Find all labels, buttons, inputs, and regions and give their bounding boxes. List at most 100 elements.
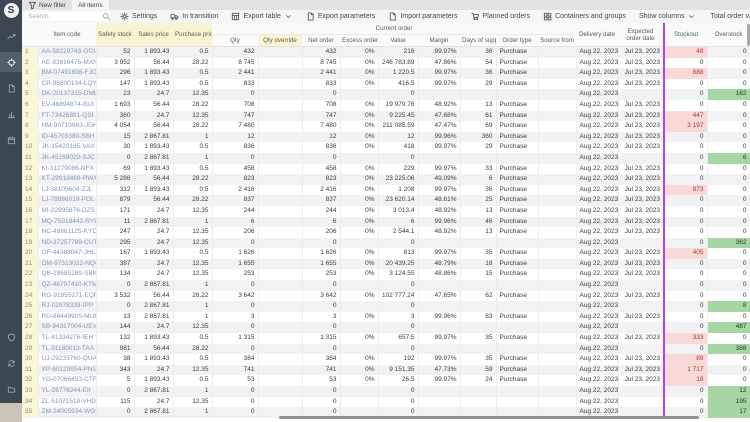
qty-override-cell[interactable] xyxy=(258,248,303,259)
qty-override-cell[interactable] xyxy=(258,163,303,175)
qty-override-cell[interactable] xyxy=(258,195,303,206)
target-icon[interactable] xyxy=(0,52,22,72)
show-columns-button[interactable]: Show columns xyxy=(639,12,697,21)
qty-override-cell[interactable] xyxy=(258,142,303,153)
col-header-net-order[interactable]: Net order xyxy=(302,34,340,47)
item-code-cell[interactable]: KT-29918469-RWX xyxy=(38,174,97,185)
col-header-item-code[interactable]: Item code xyxy=(38,23,96,47)
tab-new-filter[interactable]: New filter xyxy=(22,0,72,10)
item-code-cell[interactable]: BM-07491698-FJO xyxy=(38,68,97,79)
item-code-cell[interactable]: XP-60129954-PNG xyxy=(38,364,97,376)
item-code-cell[interactable]: AE-83816475-MXN xyxy=(38,57,97,69)
qty-override-cell[interactable] xyxy=(258,375,303,386)
item-code-cell[interactable]: JK-15420195-VAX xyxy=(38,142,97,153)
export-table-button[interactable]: Export table xyxy=(231,12,292,21)
qty-override-cell[interactable] xyxy=(258,205,303,217)
col-header-expected-order-date[interactable]: Expected order date xyxy=(618,23,665,47)
item-code-cell[interactable]: RG-91855271-EQF xyxy=(38,290,97,302)
qty-override-cell[interactable] xyxy=(258,280,303,291)
planned-orders-button[interactable]: Planned orders xyxy=(471,12,530,21)
col-header-overstock[interactable]: Overstock xyxy=(707,23,750,47)
item-code-cell[interactable]: NC-48861125-KYD xyxy=(38,227,97,238)
user-avatar[interactable] xyxy=(0,403,22,422)
qty-override-cell[interactable] xyxy=(258,110,303,122)
qty-override-cell[interactable] xyxy=(258,333,303,344)
qty-override-cell[interactable] xyxy=(258,57,303,69)
item-code-cell[interactable]: ZM-24005934-WGL xyxy=(38,407,97,418)
item-code-cell[interactable]: KI-31279086-NFX xyxy=(38,163,97,175)
qty-override-cell[interactable] xyxy=(258,78,303,90)
item-code-cell[interactable]: MI-22995876-DZS xyxy=(38,205,97,217)
col-header-value[interactable]: Value xyxy=(378,34,418,47)
item-code-cell[interactable]: MQ-75918442-RYG xyxy=(38,216,97,228)
qty-override-cell[interactable] xyxy=(258,216,303,228)
search-box[interactable] xyxy=(24,12,111,21)
qty-override-cell[interactable] xyxy=(258,184,303,196)
item-code-cell[interactable]: UJ-29233760-QUA xyxy=(38,354,97,365)
col-header-qty[interactable]: Qty xyxy=(212,34,258,47)
col-header-days-of-supply[interactable]: Days of supply xyxy=(460,34,496,47)
item-code-cell[interactable]: QZ-48797410-KTM xyxy=(38,280,97,291)
import-parameters-button[interactable]: Import parameters xyxy=(388,12,458,21)
export-parameters-button[interactable]: Export parameters xyxy=(306,12,375,21)
qty-override-cell[interactable] xyxy=(258,343,303,355)
item-code-cell[interactable]: ID-45703380-SBH xyxy=(38,131,97,143)
in-transition-button[interactable]: In transition xyxy=(170,12,218,21)
col-header-safety-stock[interactable]: Safety stock xyxy=(96,23,134,47)
item-code-cell[interactable]: OF-44388047-JHL xyxy=(38,248,97,259)
item-code-cell[interactable]: FT-73426891-QSI xyxy=(38,110,97,122)
item-code-cell[interactable]: AA-58229743-GOU xyxy=(38,46,97,58)
qty-override-cell[interactable] xyxy=(258,131,303,143)
search-input[interactable] xyxy=(24,13,102,20)
item-code-cell[interactable]: TL-41334276-IEH xyxy=(38,333,97,344)
settings-button[interactable]: Settings xyxy=(120,12,157,21)
qty-override-cell[interactable] xyxy=(258,46,303,58)
col-header-row-num[interactable] xyxy=(22,23,38,47)
col-header-delivery-date[interactable]: Delivery date xyxy=(576,23,619,47)
trending-icon[interactable] xyxy=(0,26,22,46)
qty-override-cell[interactable] xyxy=(258,386,303,397)
item-code-cell[interactable]: JK-45169020-SJC xyxy=(38,152,97,164)
sync-icon[interactable] xyxy=(0,353,22,373)
col-header-order-type[interactable]: Order type xyxy=(496,34,538,47)
item-code-cell[interactable]: EV-46894874-BUI xyxy=(38,99,97,111)
qty-override-cell[interactable] xyxy=(258,301,303,312)
qty-override-cell[interactable] xyxy=(258,269,303,281)
qty-override-cell[interactable] xyxy=(258,152,303,164)
calendar-icon[interactable] xyxy=(0,130,22,150)
item-code-cell[interactable]: LJ-38105604-ZJL xyxy=(38,184,97,196)
app-logo[interactable]: S xyxy=(3,3,19,18)
col-header-source-from[interactable]: Source from xyxy=(538,34,577,47)
qty-override-cell[interactable] xyxy=(258,227,303,238)
folder-icon[interactable] xyxy=(0,379,22,399)
item-code-cell[interactable]: TL-91180013-TAA xyxy=(38,343,97,355)
item-code-cell[interactable]: ND-37257788-CUT xyxy=(38,237,97,249)
col-header-qty-override[interactable]: Qty override xyxy=(258,34,302,47)
item-code-cell[interactable]: SB-94317004-UEV xyxy=(38,322,97,334)
tab-all-items[interactable]: All items xyxy=(72,0,109,10)
col-header-stockout[interactable]: Stockout xyxy=(663,23,708,47)
item-code-cell[interactable]: ZL-51071518-VHD xyxy=(38,396,97,408)
qty-override-cell[interactable] xyxy=(258,311,303,323)
qty-override-cell[interactable] xyxy=(258,364,303,376)
item-code-cell[interactable]: CP-96800134-LQY xyxy=(38,78,97,90)
item-code-cell[interactable]: RJ-02978339-IPP xyxy=(38,301,97,312)
qty-override-cell[interactable] xyxy=(258,354,303,365)
item-code-cell[interactable]: LJ-78886019-POL xyxy=(38,195,97,206)
containers-and-groups-button[interactable]: Containers and groups xyxy=(543,12,626,21)
qty-override-cell[interactable] xyxy=(258,290,303,302)
qty-override-cell[interactable] xyxy=(258,89,303,100)
qty-override-cell[interactable] xyxy=(258,322,303,334)
shield-icon[interactable] xyxy=(0,327,22,347)
qty-override-cell[interactable] xyxy=(258,237,303,249)
col-header-sales-price[interactable]: Sales price xyxy=(134,23,173,47)
item-code-cell[interactable]: YL-28776244-EII xyxy=(38,386,97,397)
qty-override-cell[interactable] xyxy=(258,258,303,270)
document-icon[interactable] xyxy=(0,78,22,98)
horizontal-scrollbar[interactable] xyxy=(279,416,699,419)
qty-override-cell[interactable] xyxy=(258,99,303,111)
bar-chart-icon[interactable] xyxy=(0,104,22,124)
item-code-cell[interactable]: HM-90710983-JGH xyxy=(38,121,97,132)
item-code-cell[interactable]: OM-97513022-NQQ xyxy=(38,258,97,270)
qty-override-cell[interactable] xyxy=(258,121,303,132)
